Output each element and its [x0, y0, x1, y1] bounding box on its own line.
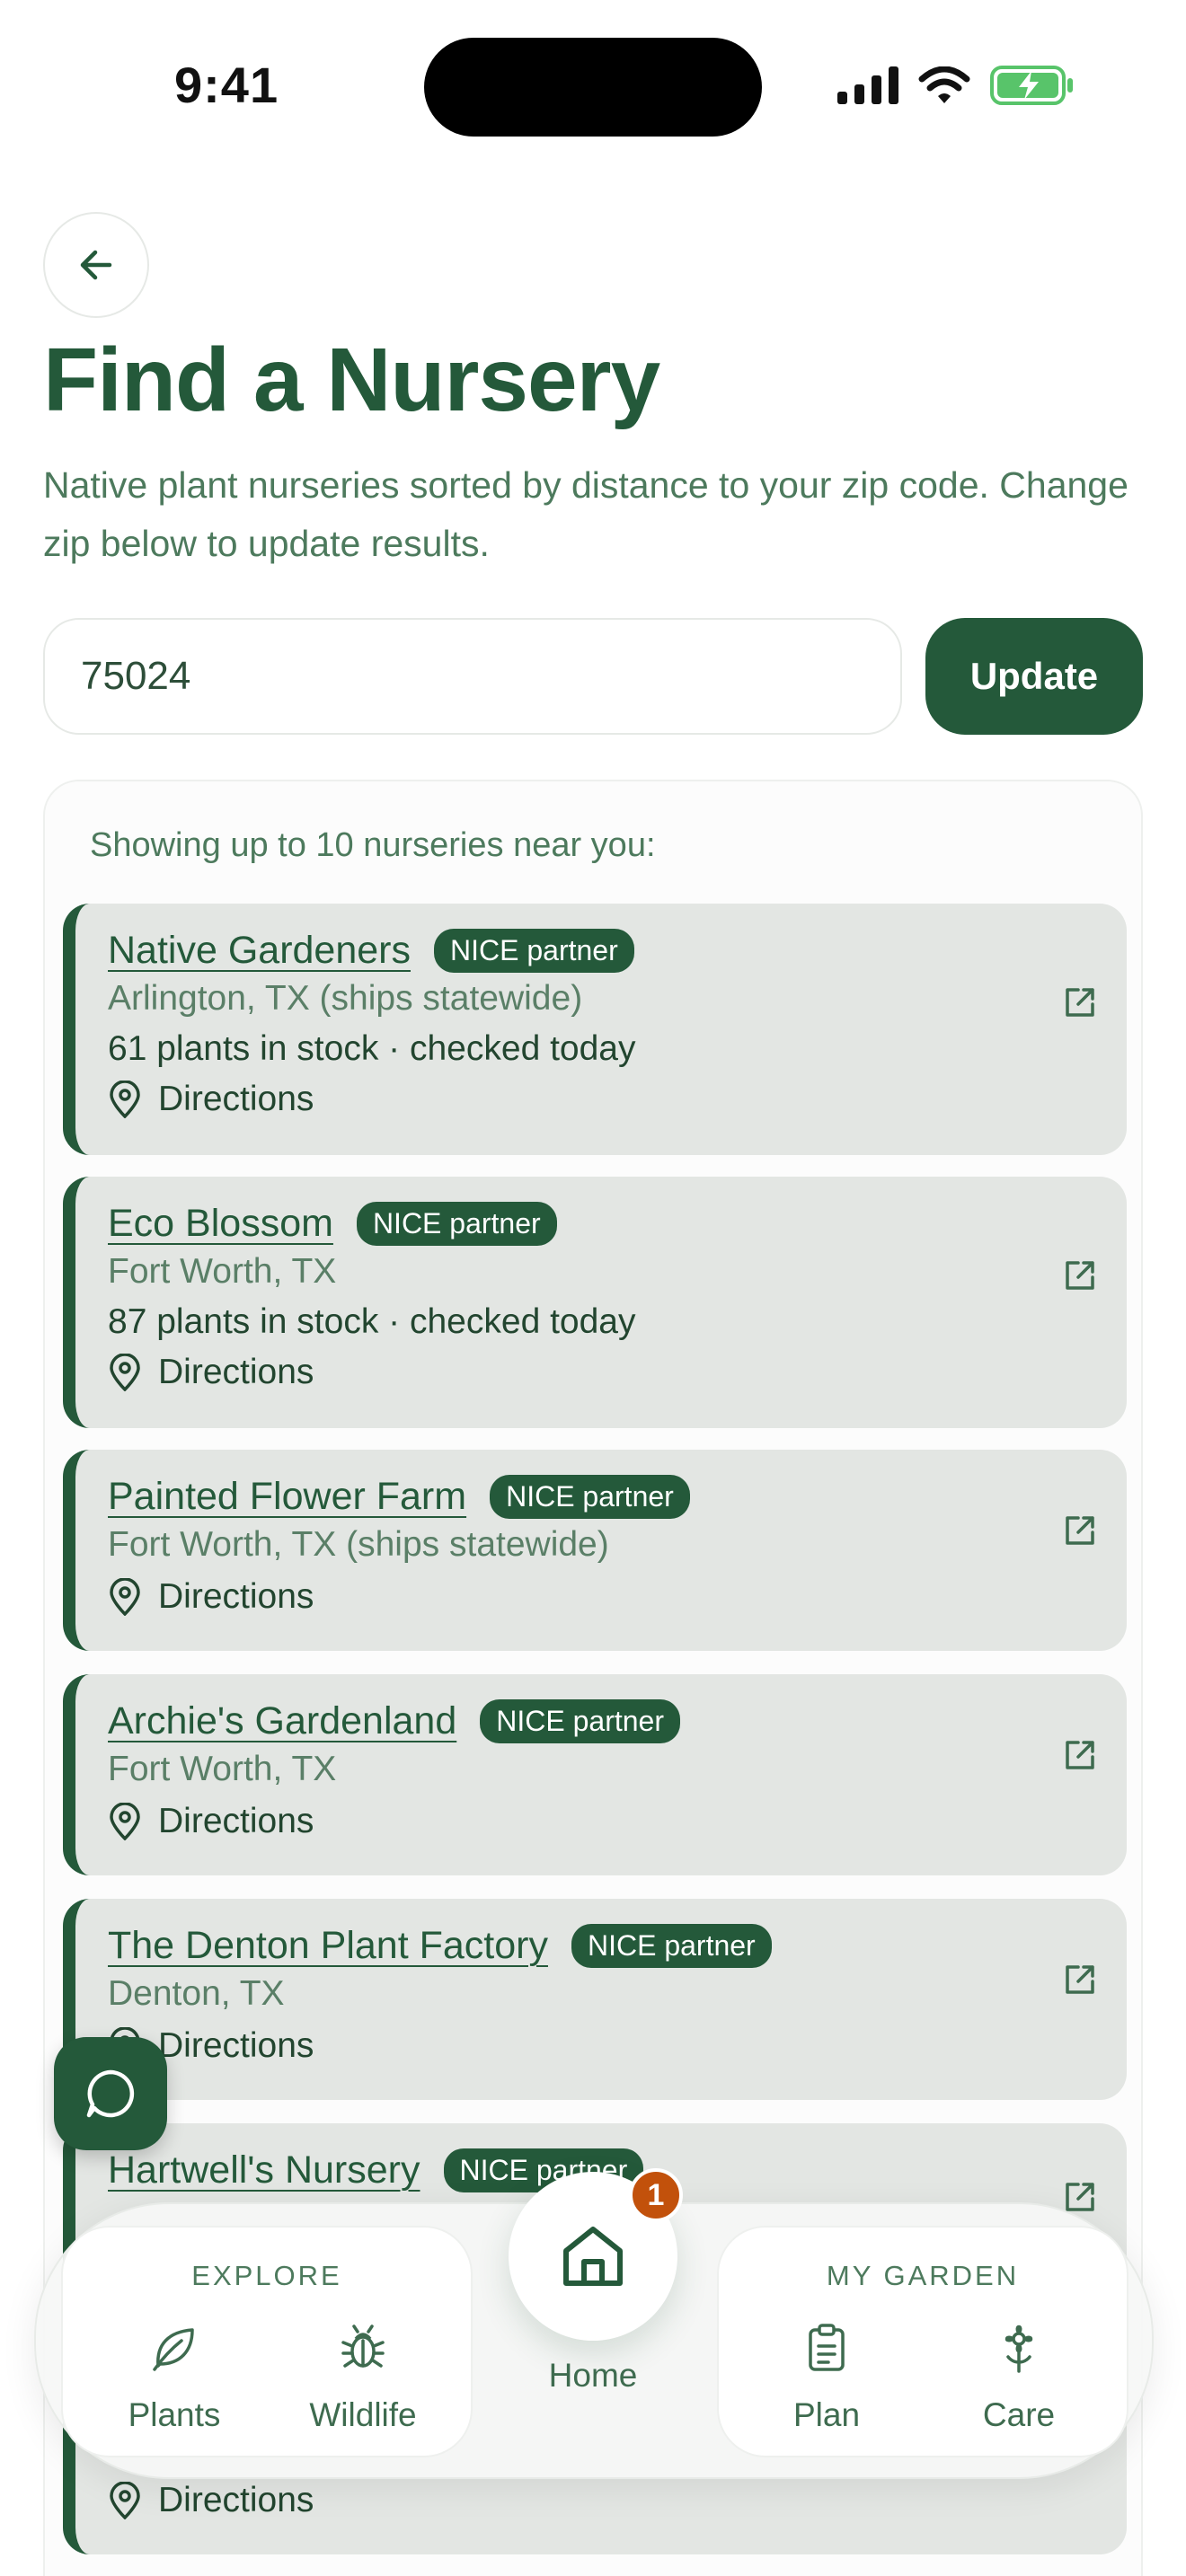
explore-group-label: EXPLORE	[191, 2260, 342, 2291]
partner-badge: NICE partner	[480, 1699, 680, 1743]
wifi-icon	[918, 66, 970, 103]
leaf-icon	[153, 2328, 194, 2371]
nursery-location: Fort Worth, TX	[108, 1750, 337, 1788]
tab-plan[interactable]: Plan	[737, 2314, 916, 2448]
map-pin-icon	[110, 1354, 140, 1391]
map-pin-icon	[110, 1578, 140, 1616]
tab-plants-label: Plants	[128, 2396, 221, 2433]
external-link-icon[interactable]	[1060, 1511, 1100, 1550]
map-pin-icon	[110, 1081, 140, 1118]
map-pin-icon	[110, 1803, 140, 1840]
nursery-name-link[interactable]: Native Gardeners	[108, 929, 411, 973]
nursery-location: Fort Worth, TX	[108, 1252, 337, 1291]
map-pin-icon	[110, 2482, 140, 2519]
page-subtitle: Native plant nurseries sorted by distanc…	[43, 464, 1128, 564]
flower-icon	[1005, 2325, 1033, 2373]
tab-wildlife[interactable]: Wildlife	[273, 2314, 453, 2448]
nursery-card[interactable]: Archie's Gardenland NICE partner Fort Wo…	[63, 1674, 1127, 1875]
house-icon	[563, 2227, 623, 2286]
bug-icon	[341, 2325, 385, 2368]
directions-label: Directions	[158, 1577, 314, 1616]
directions-label: Directions	[158, 1080, 314, 1118]
results-heading: Showing up to 10 nurseries near you:	[90, 826, 656, 864]
external-link-icon[interactable]	[1060, 1960, 1100, 1999]
external-link-icon[interactable]	[1060, 1735, 1100, 1775]
nursery-location: Denton, TX	[108, 1974, 285, 2013]
directions-label: Directions	[158, 1802, 314, 1840]
clipboard-icon	[809, 2324, 845, 2371]
partner-badge: NICE partner	[356, 1202, 557, 1246]
nursery-stock: 61 plants in stock · checked today	[108, 1029, 636, 1068]
nursery-name-link[interactable]: Eco Blossom	[108, 1202, 333, 1246]
directions-link[interactable]: Directions	[108, 1080, 314, 1119]
nursery-name-link[interactable]: Archie's Gardenland	[108, 1699, 456, 1743]
explore-group: EXPLORE Plants Wildlife	[61, 2226, 473, 2457]
nursery-location: Arlington, TX (ships statewide)	[108, 979, 583, 1018]
nursery-card[interactable]: Eco Blossom NICE partner Fort Worth, TX …	[63, 1177, 1127, 1428]
directions-link[interactable]: Directions	[108, 1802, 314, 1841]
tab-care-label: Care	[982, 2396, 1056, 2433]
chat-bubble-icon	[86, 2069, 135, 2118]
tab-plants[interactable]: Plants	[84, 2314, 264, 2448]
directions-label: Directions	[158, 2026, 314, 2065]
partner-badge: NICE partner	[571, 1924, 772, 1968]
tab-care[interactable]: Care	[929, 2314, 1109, 2448]
directions-label: Directions	[158, 2481, 314, 2519]
page-title: Find a Nursery	[43, 330, 660, 430]
directions-link[interactable]: Directions	[108, 1353, 314, 1392]
external-link-icon[interactable]	[1060, 983, 1100, 1022]
external-link-icon[interactable]	[1060, 1256, 1100, 1295]
update-button[interactable]: Update	[925, 618, 1143, 735]
cellular-signal-icon	[837, 66, 898, 104]
tab-plan-label: Plan	[792, 2396, 861, 2433]
zip-code-input[interactable]	[43, 618, 902, 735]
nursery-name-link[interactable]: The Denton Plant Factory	[108, 1924, 548, 1968]
chat-button[interactable]	[54, 2037, 167, 2150]
status-icons	[837, 63, 1075, 108]
partner-badge: NICE partner	[490, 1475, 690, 1519]
arrow-left-icon	[80, 250, 112, 280]
directions-link[interactable]: Directions	[108, 1577, 314, 1617]
nursery-location: Fort Worth, TX (ships statewide)	[108, 1525, 609, 1564]
back-button[interactable]	[43, 212, 149, 318]
nursery-name-link[interactable]: Hartwell's Nursery	[108, 2148, 420, 2192]
nursery-card[interactable]: Painted Flower Farm NICE partner Fort Wo…	[63, 1450, 1127, 1651]
partner-badge: NICE partner	[434, 929, 634, 973]
my-garden-group: MY GARDEN Plan Care	[717, 2226, 1128, 2457]
status-time: 9:41	[174, 57, 279, 113]
notification-badge: 1	[629, 2168, 683, 2222]
tab-home-label: Home	[548, 2357, 638, 2394]
nursery-stock: 87 plants in stock · checked today	[108, 1302, 636, 1341]
nursery-card[interactable]: Native Gardeners NICE partner Arlington,…	[63, 904, 1127, 1155]
tab-home[interactable]: 1 Home	[509, 2168, 683, 2394]
tab-wildlife-label: Wildlife	[309, 2396, 417, 2433]
directions-label: Directions	[158, 1353, 314, 1391]
battery-charging-icon	[990, 66, 1073, 105]
directions-link[interactable]: Directions	[108, 2481, 314, 2520]
dynamic-island	[424, 38, 762, 137]
my-garden-group-label: MY GARDEN	[826, 2260, 1020, 2291]
status-bar: 9:41	[0, 0, 1186, 162]
nursery-name-link[interactable]: Painted Flower Farm	[108, 1475, 466, 1519]
nursery-card[interactable]: The Denton Plant Factory NICE partner De…	[63, 1899, 1127, 2100]
